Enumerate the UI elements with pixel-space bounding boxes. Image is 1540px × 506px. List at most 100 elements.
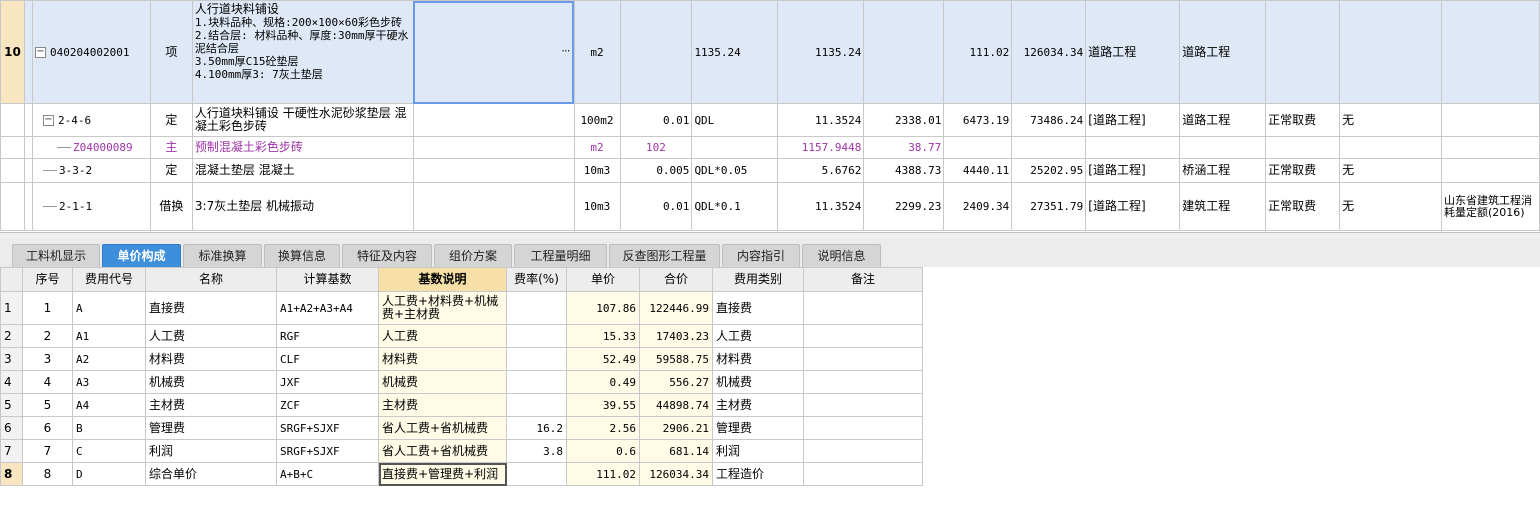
qty-formula-cell[interactable]: 1135.24 — [691, 0, 779, 104]
header-seq[interactable]: 序号 — [22, 267, 73, 292]
name-cell[interactable]: 机械费 — [145, 370, 277, 394]
rate-cell[interactable] — [506, 291, 567, 325]
base-description-cell[interactable]: 人工费 — [378, 324, 507, 348]
feature-edit-cell[interactable]: ··· — [412, 0, 575, 104]
table-row[interactable]: 7 7 C 利润 SRGF+SJXF 省人工费+省机械费 3.8 0.6 681.14 利润 — [0, 439, 923, 463]
table-row[interactable]: 2-1-1 借换 3:7灰土垫层 机械振动 10m3 0.01 QDL*0.1 … — [0, 182, 1540, 231]
tab-unit-price-composition[interactable]: 单价构成 — [102, 244, 181, 267]
base-description-cell[interactable]: 材料费 — [378, 347, 507, 371]
remarks-cell[interactable] — [803, 416, 923, 440]
table-row[interactable]: Z04000089 主 预制混凝土彩色步砖 m2 102 1157.9448 3… — [0, 136, 1540, 159]
ref-cell[interactable]: 山东省建筑工程消耗量定额(2016) — [1441, 182, 1540, 231]
fee-code-cell[interactable]: A4 — [72, 393, 146, 417]
name-cell[interactable]: 材料费 — [145, 347, 277, 371]
unit-price-cell[interactable]: 111.02 — [566, 462, 640, 486]
header-calc-base[interactable]: 计算基数 — [276, 267, 379, 292]
fee-category-cell[interactable]: 人工费 — [712, 324, 804, 348]
fee-cell[interactable] — [1265, 0, 1341, 104]
name-cell[interactable]: 综合单价 — [145, 462, 277, 486]
table-row[interactable]: 2 2 A1 人工费 RGF 人工费 15.33 17403.23 人工费 — [0, 324, 923, 348]
total-cell[interactable]: 59588.75 — [639, 347, 713, 371]
header-unit-price[interactable]: 单价 — [566, 267, 640, 292]
unit-price-cell[interactable]: 0.49 — [566, 370, 640, 394]
tab-reverse-graphic-quantity[interactable]: 反查图形工程量 — [609, 244, 720, 267]
item-description-cell[interactable]: 人行道块料铺设 干硬性水泥砂浆垫层 混凝土彩色步砖 — [191, 103, 414, 137]
remarks-cell[interactable] — [803, 462, 923, 486]
unit-price-cell[interactable]: 39.55 — [566, 393, 640, 417]
ref-cell[interactable] — [1441, 158, 1540, 183]
item-code-cell[interactable]: 2-1-1 — [31, 182, 151, 231]
item-description-cell[interactable]: 混凝土垫层 混凝土 — [191, 158, 414, 183]
unit-cell[interactable]: 10m3 — [573, 158, 621, 183]
rate-cell[interactable] — [506, 347, 567, 371]
qty-cell[interactable]: 5.6762 — [777, 158, 865, 183]
total-cell[interactable]: 122446.99 — [639, 291, 713, 325]
rate-cell[interactable] — [506, 462, 567, 486]
qty-expr-cell[interactable]: 0.01 — [619, 182, 693, 231]
feature-edit-cell[interactable] — [412, 182, 575, 231]
calc-base-cell[interactable]: RGF — [276, 324, 379, 348]
total-cell[interactable] — [1011, 136, 1087, 159]
qty-expr-cell[interactable]: 0.005 — [619, 158, 693, 183]
unit-price-cell[interactable]: 52.49 — [566, 347, 640, 371]
fee-category-cell[interactable]: 管理费 — [712, 416, 804, 440]
unit-price-cell[interactable]: 111.02 — [943, 0, 1013, 104]
tab-pricing-scheme[interactable]: 组价方案 — [434, 244, 512, 267]
collapse-icon[interactable]: − — [42, 114, 54, 126]
total-cell[interactable]: 126034.34 — [1011, 0, 1087, 104]
rate-cell[interactable] — [506, 370, 567, 394]
total-cell[interactable]: 556.27 — [639, 370, 713, 394]
calc-base-cell[interactable]: SRGF+SJXF — [276, 416, 379, 440]
name-cell[interactable]: 人工费 — [145, 324, 277, 348]
header-fee-code[interactable]: 费用代号 — [72, 267, 146, 292]
category-cell[interactable]: 道路工程 — [1179, 0, 1267, 104]
item-code-cell[interactable]: −2-4-6 — [31, 103, 151, 137]
qty-formula-cell[interactable] — [691, 136, 779, 159]
tab-labor-material-machine[interactable]: 工料机显示 — [12, 244, 100, 267]
tab-quantity-detail[interactable]: 工程量明细 — [514, 244, 607, 267]
unit-price-cell[interactable]: 4440.11 — [943, 158, 1013, 183]
base-description-cell[interactable]: 直接费+管理费+利润 — [378, 462, 507, 486]
header-fee-category[interactable]: 费用类别 — [712, 267, 804, 292]
rate-cell[interactable]: 3.8 — [506, 439, 567, 463]
qty-cell[interactable]: 11.3524 — [777, 103, 865, 137]
base-description-cell[interactable]: 省人工费+省机械费 — [378, 416, 507, 440]
qty-expr-cell[interactable]: 102 — [619, 136, 693, 159]
feature-edit-cell[interactable] — [412, 158, 575, 183]
name-cell[interactable]: 直接费 — [145, 291, 277, 325]
fee-code-cell[interactable]: A3 — [72, 370, 146, 394]
specialty-cell[interactable]: 道路工程 — [1085, 0, 1181, 104]
ellipsis-button[interactable]: ··· — [561, 45, 571, 58]
price-cell[interactable]: 2338.01 — [863, 103, 945, 137]
flag-cell[interactable] — [1339, 0, 1442, 104]
qty-formula-cell[interactable]: QDL — [691, 103, 779, 137]
qty-cell[interactable]: 1135.24 — [777, 0, 865, 104]
seq-cell[interactable]: 4 — [22, 370, 73, 394]
fee-cell[interactable]: 正常取费 — [1265, 158, 1341, 183]
remarks-cell[interactable] — [803, 324, 923, 348]
remarks-cell[interactable] — [803, 291, 923, 325]
total-cell[interactable]: 681.14 — [639, 439, 713, 463]
calc-base-cell[interactable]: CLF — [276, 347, 379, 371]
flag-cell[interactable] — [1339, 136, 1442, 159]
base-description-cell[interactable]: 主材费 — [378, 393, 507, 417]
table-row[interactable]: 3-3-2 定 混凝土垫层 混凝土 10m3 0.005 QDL*0.05 5.… — [0, 158, 1540, 183]
table-row[interactable]: 6 6 B 管理费 SRGF+SJXF 省人工费+省机械费 16.2 2.56 2906.21 管… — [0, 416, 923, 440]
type-cell[interactable]: 定 — [149, 158, 193, 183]
unit-price-cell[interactable]: 15.33 — [566, 324, 640, 348]
qty-formula-cell[interactable]: QDL*0.05 — [691, 158, 779, 183]
item-code-cell[interactable]: −040204002001 — [31, 0, 151, 104]
feature-edit-cell[interactable] — [412, 103, 575, 137]
fee-cell[interactable]: 正常取费 — [1265, 103, 1341, 137]
table-row[interactable]: 8 8 D 综合单价 A+B+C 直接费+管理费+利润 111.02 126034.34 工程造… — [0, 462, 923, 486]
category-cell[interactable] — [1179, 136, 1267, 159]
unit-price-cell[interactable]: 2409.34 — [943, 182, 1013, 231]
feature-edit-cell[interactable] — [412, 136, 575, 159]
tab-content-guide[interactable]: 内容指引 — [722, 244, 800, 267]
unit-price-cell[interactable] — [943, 136, 1013, 159]
price-cell[interactable] — [863, 0, 945, 104]
specialty-cell[interactable] — [1085, 136, 1181, 159]
base-description-cell[interactable]: 机械费 — [378, 370, 507, 394]
item-code-cell[interactable]: 3-3-2 — [31, 158, 151, 183]
seq-cell[interactable]: 2 — [22, 324, 73, 348]
